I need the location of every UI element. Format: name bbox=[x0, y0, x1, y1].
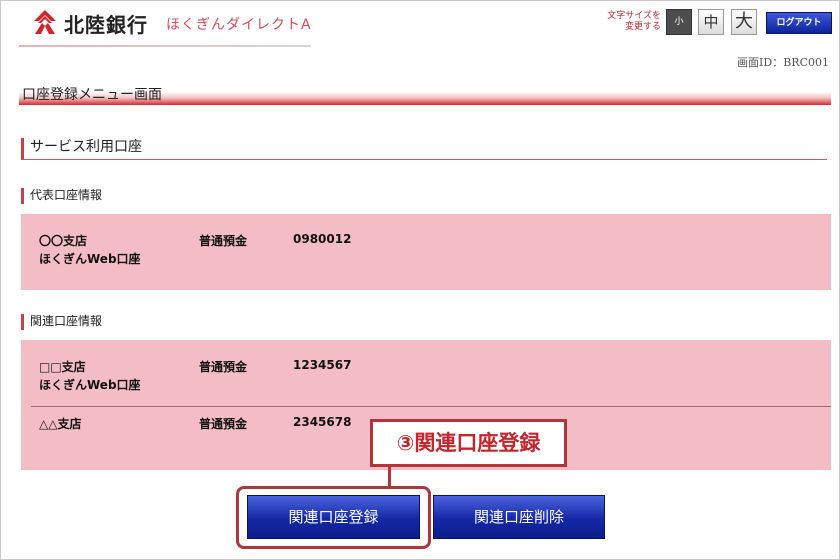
register-related-account-button[interactable]: 関連口座登録 bbox=[247, 495, 420, 539]
account-type: 普通預金 bbox=[199, 417, 248, 431]
font-size-medium-button[interactable]: 中 bbox=[698, 9, 724, 35]
font-size-small-button[interactable]: 小 bbox=[666, 9, 692, 35]
service-name: ほくぎんダイレクトA bbox=[166, 17, 312, 33]
delete-related-account-button[interactable]: 関連口座削除 bbox=[433, 495, 605, 539]
account-branch: □□支店 ほくぎんWeb口座 bbox=[39, 358, 141, 394]
representative-account-panel: 〇〇支店 ほくぎんWeb口座 普通預金 0980012 bbox=[21, 214, 831, 290]
service-accounts-heading: サービス利用口座 bbox=[21, 138, 827, 160]
account-number: 2345678 bbox=[293, 415, 352, 429]
page-frame: 北陸銀行 ほくぎんダイレクトA 文字サイズを変更する 小 中 大 ログアウト 画… bbox=[0, 0, 840, 560]
branch-name: 〇〇支店 bbox=[39, 234, 88, 248]
branch-name: □□支店 bbox=[39, 360, 86, 374]
account-type: 普通預金 bbox=[199, 234, 248, 248]
branch-name: △△支店 bbox=[39, 417, 82, 431]
screen-id: 画面ID：BRC001 bbox=[737, 56, 829, 69]
bank-logo-icon bbox=[34, 10, 56, 34]
page-title: 口座登録メニュー画面 bbox=[22, 87, 162, 103]
font-size-large-button[interactable]: 大 bbox=[731, 9, 757, 35]
page-title-bar: 口座登録メニュー画面 bbox=[19, 81, 831, 105]
branch-sub-name: ほくぎんWeb口座 bbox=[39, 378, 141, 392]
account-branch: 〇〇支店 ほくぎんWeb口座 bbox=[39, 232, 141, 268]
representative-account-heading: 代表口座情報 bbox=[21, 188, 102, 204]
step-callout-label: ③関連口座登録 bbox=[396, 431, 541, 455]
bank-name: 北陸銀行 bbox=[64, 13, 148, 37]
related-account-heading: 関連口座情報 bbox=[21, 314, 102, 330]
font-size-label: 文字サイズを変更する bbox=[607, 11, 661, 32]
account-number: 0980012 bbox=[293, 232, 352, 246]
header-divider bbox=[19, 45, 311, 47]
logout-button[interactable]: ログアウト bbox=[766, 12, 832, 34]
row-divider bbox=[31, 406, 831, 407]
step-callout: ③関連口座登録 bbox=[370, 419, 567, 467]
account-branch: △△支店 bbox=[39, 415, 81, 433]
account-type: 普通預金 bbox=[199, 360, 248, 374]
branch-sub-name: ほくぎんWeb口座 bbox=[39, 252, 141, 266]
account-number: 1234567 bbox=[293, 358, 352, 372]
